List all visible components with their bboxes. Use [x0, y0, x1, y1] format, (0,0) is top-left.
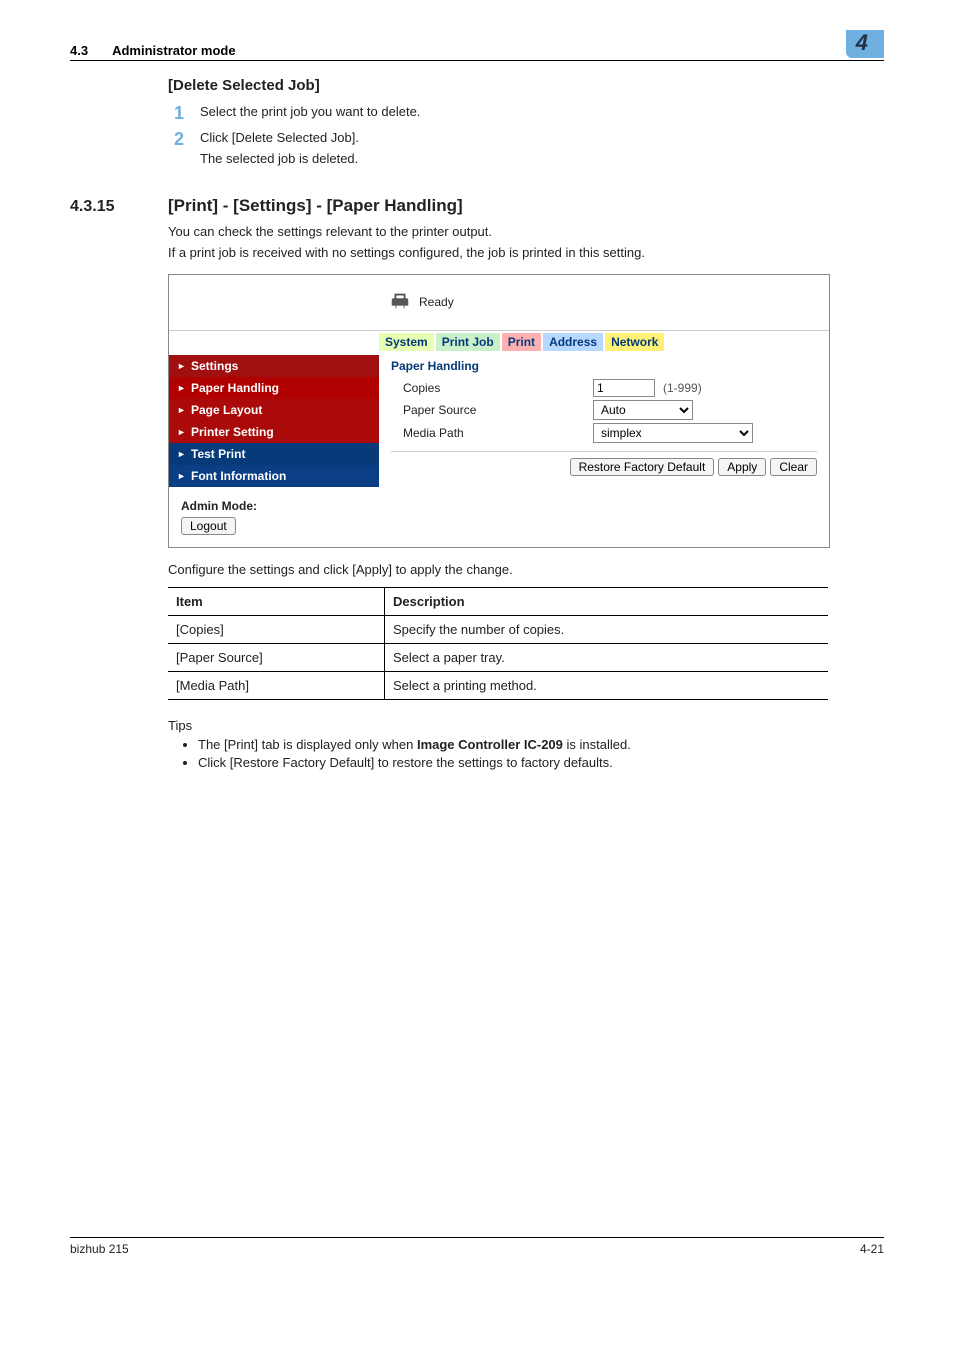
sidebar-item-test-print[interactable]: Test Print [169, 443, 379, 465]
admin-mode-label: Admin Mode: [181, 499, 817, 513]
table-row: Select a paper tray. [385, 643, 829, 671]
media-path-select[interactable]: simplex [593, 423, 753, 443]
printer-icon [389, 290, 411, 315]
step-1: 1 Select the print job you want to delet… [168, 104, 884, 124]
footer-right: 4-21 [860, 1242, 884, 1256]
tip-item: Click [Restore Factory Default] to resto… [198, 755, 884, 770]
after-ui-text: Configure the settings and click [Apply]… [168, 562, 884, 577]
sidebar-item-paper-handling[interactable]: Paper Handling [169, 377, 379, 399]
tab-address[interactable]: Address [543, 333, 603, 351]
section-num: 4.3.15 [70, 198, 148, 216]
table-row: [Media Path] [168, 671, 385, 699]
th-description: Description [385, 587, 829, 615]
sidebar-item-printer-setting[interactable]: Printer Setting [169, 421, 379, 443]
apply-button[interactable]: Apply [718, 458, 766, 476]
table-row: Specify the number of copies. [385, 615, 829, 643]
copies-range: (1-999) [663, 381, 702, 395]
table-row: [Copies] [168, 615, 385, 643]
section-title: [Print] - [Settings] - [Paper Handling] [168, 196, 463, 216]
embedded-ui: Ready System Print Job Print Address Net… [168, 274, 830, 548]
page-footer: bizhub 215 4-21 [70, 1237, 884, 1256]
sidebar-item-page-layout[interactable]: Page Layout [169, 399, 379, 421]
paper-source-select[interactable]: Auto [593, 400, 693, 420]
section-para-1: You can check the settings relevant to t… [168, 224, 884, 239]
tabs: System Print Job Print Address Network [169, 333, 829, 351]
step-number: 1 [168, 104, 184, 124]
section-heading: 4.3.15 [Print] - [Settings] - [Paper Han… [70, 196, 884, 216]
page-header: 4.3 Administrator mode 4 [70, 30, 884, 61]
sidebar-item-font-info[interactable]: Font Information [169, 465, 379, 487]
tab-print[interactable]: Print [502, 333, 541, 351]
tab-network[interactable]: Network [605, 333, 664, 351]
description-table: Item Description [Copies] Specify the nu… [168, 587, 828, 700]
tips-label: Tips [168, 718, 884, 733]
th-item: Item [168, 587, 385, 615]
restore-factory-default-button[interactable]: Restore Factory Default [570, 458, 715, 476]
paper-source-label: Paper Source [403, 403, 593, 417]
sidebar: Settings Paper Handling Page Layout Prin… [169, 355, 379, 487]
footer-left: bizhub 215 [70, 1242, 129, 1256]
step-1-text: Select the print job you want to delete. [200, 104, 884, 119]
media-path-label: Media Path [403, 426, 593, 440]
copies-label: Copies [403, 381, 593, 395]
copies-input[interactable] [593, 379, 655, 397]
step-number: 2 [168, 130, 184, 150]
chapter-badge: 4 [846, 30, 884, 58]
step-2-subtext: The selected job is deleted. [200, 151, 884, 166]
tab-print-job[interactable]: Print Job [436, 333, 500, 351]
tab-system[interactable]: System [379, 333, 434, 351]
step-2: 2 Click [Delete Selected Job]. The selec… [168, 130, 884, 166]
logout-button[interactable]: Logout [181, 517, 236, 535]
sidebar-item-settings[interactable]: Settings [169, 355, 379, 377]
step-2-text: Click [Delete Selected Job]. [200, 130, 884, 145]
header-section-num: 4.3 [70, 43, 88, 58]
printer-status: Ready [419, 295, 454, 309]
tip-item: The [Print] tab is displayed only when I… [198, 737, 884, 752]
header-section-title: Administrator mode [112, 43, 236, 58]
delete-job-heading: [Delete Selected Job] [168, 77, 884, 94]
table-row: [Paper Source] [168, 643, 385, 671]
content-title: Paper Handling [391, 359, 817, 373]
table-row: Select a printing method. [385, 671, 829, 699]
clear-button[interactable]: Clear [770, 458, 817, 476]
section-para-2: If a print job is received with no setti… [168, 245, 884, 260]
